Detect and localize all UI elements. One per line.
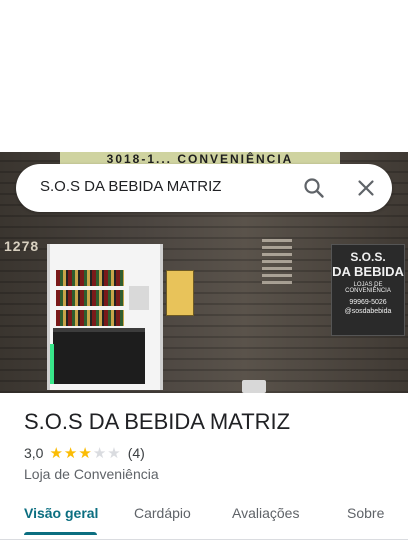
sign-phone: 99969-5026 bbox=[349, 299, 387, 306]
sign-line-3: LOJAS DE CONVENIÊNCIA bbox=[345, 282, 391, 294]
rating-row[interactable]: 3,0 ★ ★ ★ ★ ★ (4) bbox=[24, 445, 145, 461]
search-bar[interactable]: S.O.S DA BEBIDA MATRIZ bbox=[16, 164, 392, 212]
search-icon[interactable] bbox=[302, 176, 326, 200]
wall-notice bbox=[129, 286, 149, 310]
green-light bbox=[50, 344, 54, 384]
street-number: 1278 bbox=[4, 238, 40, 254]
store-entrance bbox=[47, 244, 163, 390]
shelf bbox=[56, 290, 124, 306]
place-category[interactable]: Loja de Conveniência bbox=[24, 466, 159, 482]
sign-instagram: @sosdabebida bbox=[344, 308, 392, 315]
star-full-icon: ★ bbox=[63, 444, 78, 462]
rating-stars: ★ ★ ★ ★ ★ bbox=[49, 446, 121, 461]
tab-bar: Visão geral Cardápio Avaliações Sobre bbox=[0, 496, 408, 536]
star-full-icon: ★ bbox=[49, 444, 63, 462]
counter bbox=[53, 328, 145, 384]
tab-menu[interactable]: Cardápio bbox=[134, 505, 191, 521]
top-blank-area bbox=[0, 0, 408, 152]
shelf bbox=[56, 310, 124, 326]
rating-value: 3,0 bbox=[24, 445, 44, 461]
star-empty-icon: ★ bbox=[107, 444, 121, 462]
sign-line-1: S.O.S. bbox=[350, 250, 386, 264]
search-input[interactable]: S.O.S DA BEBIDA MATRIZ bbox=[40, 178, 221, 195]
sign-line-2: DA BEBIDA bbox=[332, 264, 404, 279]
star-empty-icon: ★ bbox=[92, 444, 107, 462]
active-tab-indicator bbox=[24, 532, 97, 535]
wall-vent bbox=[262, 238, 292, 284]
store-sign-board: S.O.S. DA BEBIDA LOJAS DE CONVENIÊNCIA 9… bbox=[331, 244, 405, 336]
tab-about[interactable]: Sobre bbox=[347, 505, 384, 521]
wall-poster bbox=[166, 270, 194, 316]
shelf bbox=[56, 270, 124, 286]
tab-reviews[interactable]: Avaliações bbox=[232, 505, 299, 521]
close-icon[interactable] bbox=[354, 176, 378, 200]
review-count[interactable]: (4) bbox=[128, 445, 145, 461]
divider bbox=[0, 539, 408, 540]
place-title: S.O.S DA BEBIDA MATRIZ bbox=[24, 409, 291, 434]
bucket bbox=[242, 380, 266, 393]
star-full-icon: ★ bbox=[78, 444, 92, 462]
tab-overview[interactable]: Visão geral bbox=[24, 505, 98, 521]
